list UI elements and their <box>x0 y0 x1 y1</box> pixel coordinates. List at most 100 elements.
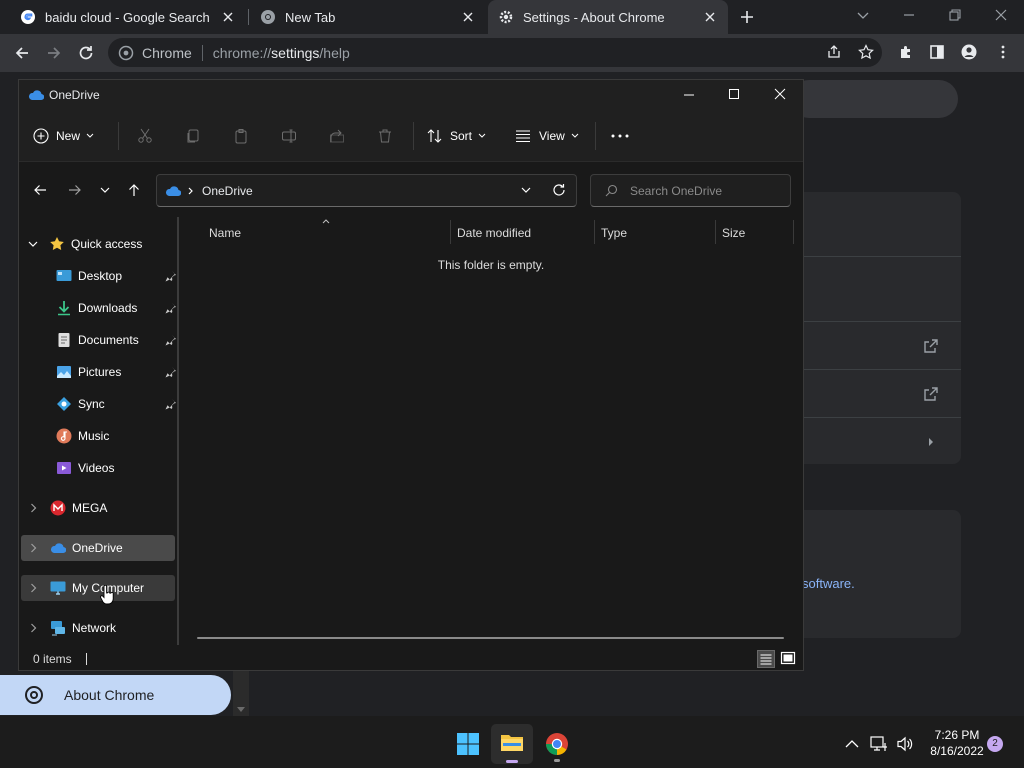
expand-chevron-right-icon[interactable] <box>30 623 37 633</box>
column-header-date-modified[interactable]: Date modified <box>457 221 593 245</box>
paste-icon[interactable] <box>233 128 249 144</box>
extensions-puzzle-icon[interactable] <box>898 44 914 60</box>
side-panel-icon[interactable] <box>929 44 945 60</box>
recent-locations-chevron-icon[interactable] <box>100 186 110 194</box>
nav-sync[interactable]: Sync <box>19 388 179 420</box>
breadcrumb-onedrive[interactable]: OneDrive <box>202 184 253 198</box>
chrome-logo-icon <box>25 686 43 704</box>
external-link-icon[interactable] <box>923 338 939 354</box>
open-source-link[interactable]: software. <box>802 576 855 591</box>
expand-chevron-down-icon[interactable] <box>28 240 38 248</box>
expand-chevron-right-icon[interactable] <box>30 503 37 513</box>
rename-icon[interactable] <box>281 128 297 144</box>
menu-kebab-icon[interactable] <box>995 44 1011 60</box>
tab-new-tab[interactable]: New Tab <box>250 0 486 34</box>
pin-icon[interactable] <box>165 302 177 314</box>
notification-badge[interactable]: 2 <box>987 736 1003 752</box>
minimize-icon[interactable] <box>683 89 695 101</box>
settings-search-bar[interactable] <box>790 80 958 118</box>
forward-arrow-icon[interactable] <box>45 44 63 62</box>
tab-settings-about-chrome[interactable]: Settings - About Chrome <box>488 0 728 34</box>
omnibox[interactable]: Chrome chrome://settings/help <box>108 38 882 67</box>
refresh-icon[interactable] <box>552 183 566 197</box>
new-tab-plus-icon[interactable] <box>739 9 755 25</box>
card-row-privacy[interactable] <box>790 417 961 465</box>
nav-music[interactable]: Music <box>19 420 179 452</box>
more-options-icon[interactable] <box>611 134 629 138</box>
address-history-chevron-icon[interactable] <box>521 187 531 194</box>
close-icon[interactable] <box>220 9 236 25</box>
scroll-down-icon[interactable] <box>237 707 245 713</box>
expand-chevron-right-icon[interactable] <box>30 583 37 593</box>
search-box[interactable]: Search OneDrive <box>590 174 791 207</box>
new-button[interactable]: New <box>33 120 105 152</box>
nav-videos[interactable]: Videos <box>19 452 179 484</box>
back-arrow-icon[interactable] <box>13 44 31 62</box>
nav-documents[interactable]: Documents <box>19 324 179 356</box>
column-separator[interactable] <box>450 220 451 244</box>
card-row-report-issue[interactable] <box>790 369 961 417</box>
column-header-name[interactable]: Name <box>209 221 449 245</box>
status-divider <box>85 653 87 665</box>
windows-start-icon[interactable] <box>456 732 480 756</box>
column-header-size[interactable]: Size <box>722 221 792 245</box>
view-button[interactable]: View <box>515 120 587 152</box>
delete-trash-icon[interactable] <box>377 128 393 144</box>
tab-baidu-search[interactable]: baidu cloud - Google Search <box>10 0 246 34</box>
column-separator[interactable] <box>594 220 595 244</box>
restore-icon[interactable] <box>948 8 962 22</box>
volume-icon[interactable] <box>896 736 914 752</box>
close-window-icon[interactable] <box>994 8 1008 22</box>
chevron-down-icon[interactable] <box>856 8 870 22</box>
reload-icon[interactable] <box>77 44 95 62</box>
copy-icon[interactable] <box>185 128 201 144</box>
bookmark-star-icon[interactable] <box>858 44 874 60</box>
expand-chevron-right-icon[interactable] <box>30 543 37 553</box>
music-icon <box>56 428 72 444</box>
chevron-up-icon[interactable] <box>845 739 859 749</box>
pin-icon[interactable] <box>165 334 177 346</box>
back-arrow-icon[interactable] <box>33 183 47 197</box>
nav-onedrive[interactable]: OneDrive <box>21 535 175 561</box>
nav-desktop[interactable]: Desktop <box>19 260 179 292</box>
close-icon[interactable] <box>460 9 476 25</box>
forward-arrow-icon[interactable] <box>68 183 82 197</box>
nav-mega[interactable]: MEGA <box>19 492 179 524</box>
horizontal-scrollbar[interactable] <box>197 637 784 639</box>
column-separator[interactable] <box>715 220 716 244</box>
minimize-icon[interactable] <box>902 8 916 22</box>
pin-icon[interactable] <box>165 270 177 282</box>
sort-button[interactable]: Sort <box>427 120 499 152</box>
omnibox-url[interactable]: chrome://settings/help <box>213 45 350 61</box>
file-explorer-taskbar-button[interactable] <box>491 724 533 764</box>
column-header-type[interactable]: Type <box>601 221 715 245</box>
pin-icon[interactable] <box>165 366 177 378</box>
download-icon <box>58 301 70 316</box>
nav-downloads[interactable]: Downloads <box>19 292 179 324</box>
column-separator[interactable] <box>793 220 794 244</box>
card-row-get-help[interactable] <box>790 321 961 369</box>
share-icon[interactable] <box>329 128 345 144</box>
share-icon[interactable] <box>826 44 842 60</box>
external-link-icon[interactable] <box>923 386 939 402</box>
pin-icon[interactable] <box>165 398 177 410</box>
explorer-title-bar[interactable]: OneDrive <box>19 80 803 110</box>
cut-icon[interactable] <box>137 128 153 144</box>
profile-avatar-icon[interactable] <box>961 44 977 60</box>
nav-my-computer[interactable]: My Computer <box>21 575 175 601</box>
page-scrollbar[interactable] <box>233 671 249 718</box>
nav-quick-access[interactable]: Quick access <box>19 228 179 260</box>
details-view-icon[interactable] <box>757 650 775 668</box>
maximize-icon[interactable] <box>728 88 740 100</box>
up-arrow-icon[interactable] <box>128 183 140 197</box>
sidebar-item-about-chrome[interactable]: About Chrome <box>0 675 231 715</box>
network-status-icon[interactable] <box>870 736 888 752</box>
nav-pictures[interactable]: Pictures <box>19 356 179 388</box>
chrome-taskbar-icon[interactable] <box>545 732 569 756</box>
thumbnail-view-icon[interactable] <box>780 650 796 666</box>
close-icon[interactable] <box>774 88 786 100</box>
breadcrumb-chevron-icon[interactable] <box>188 187 194 195</box>
nav-network[interactable]: Network <box>19 612 179 644</box>
address-bar[interactable]: OneDrive <box>156 174 577 207</box>
close-icon[interactable] <box>702 9 718 25</box>
